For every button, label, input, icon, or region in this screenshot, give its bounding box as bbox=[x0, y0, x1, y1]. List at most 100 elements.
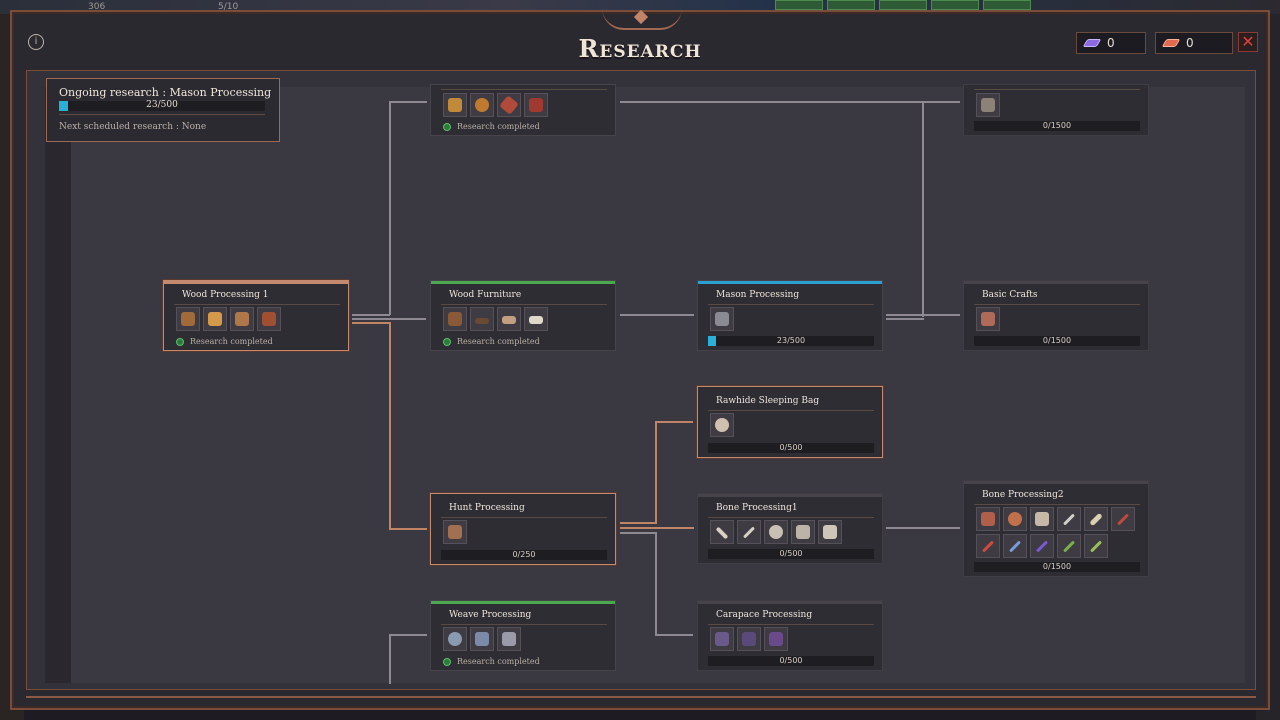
research-node-carapace-processing[interactable]: Carapace Processing 0/500 bbox=[697, 600, 883, 671]
node-progress-bar: 0/1500 bbox=[974, 336, 1140, 346]
bench-icon[interactable] bbox=[497, 307, 521, 331]
sleeping-bag-icon[interactable] bbox=[710, 413, 734, 437]
carapace-shield-icon[interactable] bbox=[764, 627, 788, 651]
carapace-helmet-icon[interactable] bbox=[737, 627, 761, 651]
node-icons bbox=[176, 307, 340, 331]
stove-icon[interactable] bbox=[257, 307, 281, 331]
research-node-top-right[interactable]: 0/1500 bbox=[963, 84, 1149, 136]
divider bbox=[174, 304, 340, 305]
status-text: Research completed bbox=[457, 122, 540, 131]
status-text: Research completed bbox=[457, 657, 540, 666]
ongoing-progress-bar: 23/500 bbox=[59, 100, 265, 111]
research-node-basic-crafts[interactable]: Basic Crafts 0/1500 bbox=[963, 280, 1149, 351]
banner-icon[interactable] bbox=[524, 93, 548, 117]
hud-tab[interactable] bbox=[775, 0, 823, 10]
ice-staff-icon[interactable] bbox=[1003, 534, 1027, 558]
status-stripe bbox=[698, 281, 882, 284]
barrel-icon[interactable] bbox=[470, 93, 494, 117]
research-node-hunt-processing[interactable]: Hunt Processing 0/250 bbox=[430, 493, 616, 565]
status-stripe bbox=[964, 481, 1148, 484]
node-title: Weave Processing bbox=[449, 610, 532, 620]
title-crest-ornament bbox=[602, 8, 682, 30]
red-spear-icon[interactable] bbox=[1111, 507, 1135, 531]
fire-staff-icon[interactable] bbox=[976, 534, 1000, 558]
close-button[interactable]: ✕ bbox=[1238, 32, 1258, 52]
campfire-icon[interactable] bbox=[176, 307, 200, 331]
node-status: Research completed bbox=[443, 657, 540, 666]
table-icon[interactable] bbox=[470, 307, 494, 331]
progress-text: 0/1500 bbox=[1042, 336, 1072, 345]
bone-sword-icon[interactable] bbox=[1057, 507, 1081, 531]
research-tree-area[interactable] bbox=[26, 70, 1256, 690]
hud-tab[interactable] bbox=[931, 0, 979, 10]
bone-helmet-icon[interactable] bbox=[1030, 507, 1054, 531]
green-staff-icon[interactable] bbox=[1084, 534, 1108, 558]
arcane-staff-icon[interactable] bbox=[1030, 534, 1054, 558]
divider bbox=[441, 304, 607, 305]
status-text: Research completed bbox=[457, 337, 540, 346]
plank-icon[interactable] bbox=[203, 307, 227, 331]
info-button[interactable]: i bbox=[28, 34, 44, 50]
connector bbox=[389, 634, 391, 684]
connector bbox=[655, 532, 657, 636]
cloth-armor-icon[interactable] bbox=[497, 627, 521, 651]
node-status: Research completed bbox=[176, 337, 273, 346]
research-node-wood-furniture[interactable]: Wood Furniture Research completed bbox=[430, 280, 616, 351]
connector bbox=[922, 101, 960, 103]
research-node-weave-processing[interactable]: Weave Processing Research completed bbox=[430, 600, 616, 671]
bone-shield-icon[interactable] bbox=[818, 520, 842, 544]
node-status: Research completed bbox=[443, 122, 540, 131]
shelf-icon[interactable] bbox=[443, 307, 467, 331]
bed-icon[interactable] bbox=[524, 307, 548, 331]
status-stripe bbox=[431, 494, 615, 497]
divider bbox=[708, 517, 874, 518]
research-node-top-center[interactable]: Research completed bbox=[430, 84, 616, 136]
yarn-icon[interactable] bbox=[443, 627, 467, 651]
node-icons bbox=[976, 93, 1140, 117]
currency-value: 0 bbox=[1107, 36, 1115, 50]
bone-club-icon[interactable] bbox=[1084, 507, 1108, 531]
node-title: Wood Processing 1 bbox=[182, 290, 269, 300]
hud-tab[interactable] bbox=[879, 0, 927, 10]
skull-helmet-icon[interactable] bbox=[764, 520, 788, 544]
connector bbox=[620, 101, 924, 103]
stonecutter-icon[interactable] bbox=[710, 307, 734, 331]
bone-knife-icon[interactable] bbox=[710, 520, 734, 544]
research-node-rawhide-sleeping-bag[interactable]: Rawhide Sleeping Bag 0/500 bbox=[697, 386, 883, 458]
status-stripe bbox=[964, 281, 1148, 284]
research-node-wood-processing-1[interactable]: Wood Processing 1 Research completed bbox=[163, 280, 349, 351]
progress-text: 0/500 bbox=[779, 549, 803, 558]
research-node-mason-processing[interactable]: Mason Processing 23/500 bbox=[697, 280, 883, 351]
bone-spear-icon[interactable] bbox=[737, 520, 761, 544]
hud-tab[interactable] bbox=[983, 0, 1031, 10]
connector bbox=[655, 634, 693, 636]
carapace-armor-icon[interactable] bbox=[710, 627, 734, 651]
loom-icon[interactable] bbox=[470, 627, 494, 651]
crafting-table-icon[interactable] bbox=[976, 307, 1000, 331]
divider bbox=[708, 624, 874, 625]
spider-armor-icon[interactable] bbox=[976, 507, 1000, 531]
next-scheduled-label: Next scheduled research : None bbox=[59, 122, 207, 132]
node-title: Mason Processing bbox=[716, 290, 800, 300]
ongoing-progress-text: 23/500 bbox=[146, 100, 178, 110]
hud-tab[interactable] bbox=[827, 0, 875, 10]
red-gem-icon bbox=[1161, 39, 1181, 47]
node-progress-bar: 0/500 bbox=[708, 549, 874, 559]
bone-armor-icon[interactable] bbox=[791, 520, 815, 544]
spider-icon[interactable] bbox=[1003, 507, 1027, 531]
nature-staff-icon[interactable] bbox=[1057, 534, 1081, 558]
node-icons bbox=[710, 627, 874, 651]
stone-tablet-icon[interactable] bbox=[976, 93, 1000, 117]
butcher-table-icon[interactable] bbox=[443, 520, 467, 544]
node-icons bbox=[976, 307, 1140, 331]
connector bbox=[655, 421, 693, 423]
status-stripe bbox=[431, 601, 615, 604]
progress-text: 0/1500 bbox=[1042, 121, 1072, 130]
workbench-icon[interactable] bbox=[230, 307, 254, 331]
research-node-bone-processing-2[interactable]: Bone Processing2 0/1500 bbox=[963, 480, 1149, 577]
currency-purple: 0 bbox=[1076, 32, 1146, 54]
divider bbox=[974, 304, 1140, 305]
plank-icon[interactable] bbox=[443, 93, 467, 117]
torch-icon[interactable] bbox=[497, 93, 521, 117]
research-node-bone-processing-1[interactable]: Bone Processing1 0/500 bbox=[697, 493, 883, 564]
